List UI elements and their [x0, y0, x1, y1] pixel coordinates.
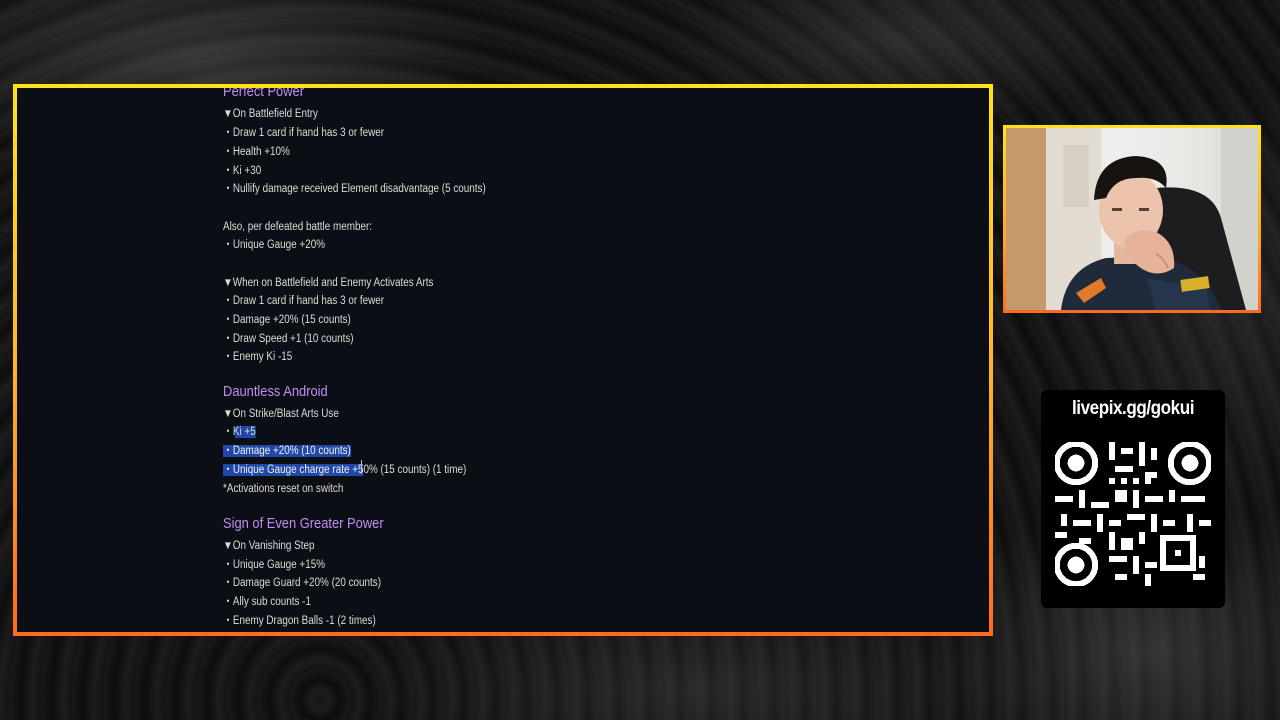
effect-line: ・Ki +30: [223, 165, 262, 177]
effect-line: ・Unique Gauge +20%: [223, 239, 325, 251]
selected-text: ・Damage +20% (10 counts): [223, 445, 351, 457]
effect-line: ・Damage Guard +20% (20 counts): [223, 577, 382, 589]
unselected-text: 0% (15 counts) (1 time): [363, 464, 467, 476]
effect-line-selected[interactable]: ・Damage +20% (10 counts): [223, 443, 351, 459]
note-line: *Activations reset on switch: [223, 483, 344, 495]
effect-line: ・Draw 1 card if hand has 3 or fewer: [223, 127, 385, 139]
section-title-sign-of-even-greater-power: Sign of Even Greater Power: [223, 515, 384, 532]
section-title-perfect-power: Perfect Power: [223, 88, 305, 100]
trigger-line: ▼On Vanishing Step: [223, 540, 315, 552]
trigger-line: ▼On Strike/Blast Arts Use: [223, 408, 339, 420]
document-viewer[interactable]: Perfect Power ▼On Battlefield Entry ・Dra…: [17, 88, 989, 632]
effect-line: ・Draw 1 card if hand has 3 or fewer: [223, 295, 385, 307]
main-screen-frame: Perfect Power ▼On Battlefield Entry ・Dra…: [13, 84, 993, 636]
effect-line: ・Ally sub counts -1: [223, 596, 311, 608]
selected-text: ・Unique Gauge charge rate +5: [223, 464, 364, 476]
effect-line: ・Nullify damage received Element disadva…: [223, 183, 486, 195]
effect-line: ・Damage +20% (15 counts): [223, 314, 351, 326]
effect-line: ・Unique Gauge +15%: [223, 559, 325, 571]
effect-line-selected[interactable]: ・Ki +5: [223, 424, 256, 440]
effect-line: ・Health +10%: [223, 146, 290, 158]
webcam-feed: [1006, 128, 1258, 310]
effect-line: ・Draw Speed +1 (10 counts): [223, 333, 354, 345]
trigger-line: ▼When on Battlefield and Enemy Activates…: [223, 277, 434, 289]
text-cursor-icon: [361, 460, 362, 474]
webcam-frame: [1003, 125, 1261, 313]
stream-overlay: Perfect Power ▼On Battlefield Entry ・Dra…: [0, 0, 1280, 720]
qr-donation-panel: livepix.gg/gokui: [1041, 390, 1225, 608]
section-title-dauntless-android: Dauntless Android: [223, 383, 328, 400]
donation-url: livepix.gg/gokui: [1071, 398, 1195, 419]
qr-code-icon[interactable]: [1055, 442, 1211, 586]
effect-line-partially-selected[interactable]: ・Unique Gauge charge rate +50% (15 count…: [223, 462, 466, 478]
selected-text: ・Ki +5: [223, 426, 256, 438]
note-line: Also, per defeated battle member:: [223, 221, 372, 233]
trigger-line: ▼On Battlefield Entry: [223, 108, 319, 120]
effect-line: ・Enemy Dragon Balls -1 (2 times): [223, 615, 376, 627]
effect-line: ・Enemy Ki -15: [223, 351, 293, 363]
streamer-silhouette-icon: [1006, 128, 1258, 310]
